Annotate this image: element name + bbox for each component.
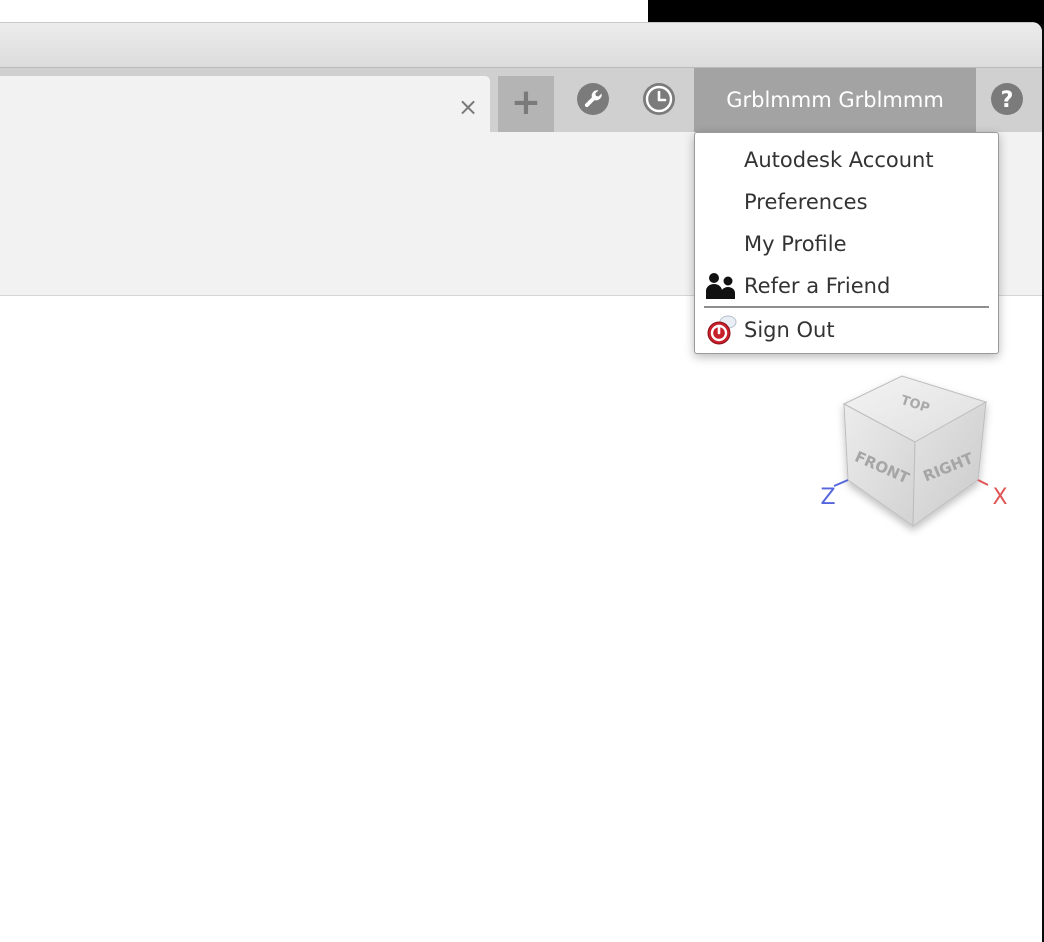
- axis-x-label: X: [992, 485, 1007, 510]
- new-tab-button[interactable]: +: [498, 76, 554, 132]
- desktop-background: [0, 0, 648, 24]
- menu-separator: [704, 306, 989, 308]
- help-icon[interactable]: ?: [990, 82, 1024, 116]
- people-icon: [704, 269, 738, 303]
- viewcube[interactable]: TOP FRONT RIGHT Z X: [810, 362, 1020, 562]
- title-bar: [0, 22, 1042, 68]
- menu-item-sign-out[interactable]: Sign Out: [695, 310, 998, 350]
- axis-z-label: Z: [820, 485, 835, 510]
- menu-item-my-profile[interactable]: My Profile: [695, 224, 998, 264]
- menu-item-label: Refer a Friend: [744, 274, 891, 298]
- user-dropdown-menu: Autodesk Account Preferences My Profile …: [694, 132, 999, 354]
- wrench-icon[interactable]: [576, 82, 610, 116]
- close-icon[interactable]: ×: [455, 94, 481, 120]
- menu-item-label: Sign Out: [744, 318, 835, 342]
- user-menu-button[interactable]: Grblmmm Grblmmm: [694, 68, 976, 132]
- svg-text:?: ?: [1001, 88, 1014, 113]
- menu-item-preferences[interactable]: Preferences: [695, 182, 998, 222]
- clock-icon[interactable]: [642, 82, 676, 116]
- menu-item-autodesk-account[interactable]: Autodesk Account: [695, 140, 998, 180]
- document-tab[interactable]: ×: [0, 76, 490, 132]
- power-icon: [704, 313, 738, 347]
- menu-item-refer-a-friend[interactable]: Refer a Friend: [695, 266, 998, 306]
- plus-icon: +: [510, 82, 542, 123]
- menu-item-label: Autodesk Account: [744, 148, 934, 172]
- menu-item-label: My Profile: [744, 232, 847, 256]
- menu-item-label: Preferences: [744, 190, 868, 214]
